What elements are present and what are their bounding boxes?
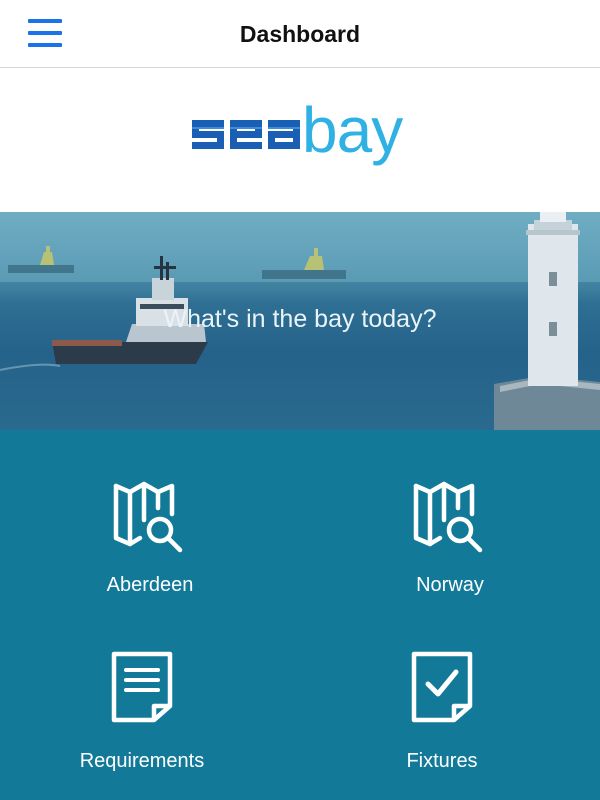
map-search-icon (113, 481, 183, 553)
dashboard-grid: Aberdeen Norway Requirements Fixtures (0, 430, 600, 800)
logo-area: bay (0, 68, 600, 212)
document-lines-icon (111, 651, 173, 723)
logo-bay-wordmark: bay (302, 94, 403, 166)
seabay-logo: bay (190, 98, 410, 174)
tile-aberdeen[interactable]: Aberdeen (50, 478, 250, 603)
tile-norway-label: Norway (416, 574, 484, 596)
map-search-icon (413, 481, 483, 553)
tile-fixtures-label: Fixtures (406, 750, 478, 772)
tile-fixtures[interactable]: Fixtures (342, 648, 542, 778)
hero-banner: What's in the bay today? (0, 212, 600, 430)
logo-sea-wordmark (192, 120, 300, 149)
tile-norway[interactable]: Norway (350, 478, 550, 603)
distant-ship-right (262, 248, 346, 279)
tile-requirements[interactable]: Requirements (42, 648, 242, 778)
tile-requirements-label: Requirements (79, 750, 205, 772)
distant-ship-left (8, 246, 74, 273)
document-check-icon (411, 651, 473, 723)
app-header: Dashboard (0, 0, 600, 68)
page-title: Dashboard (239, 21, 361, 47)
hero-title: What's in the bay today? (163, 305, 437, 333)
tile-aberdeen-label: Aberdeen (106, 574, 194, 596)
